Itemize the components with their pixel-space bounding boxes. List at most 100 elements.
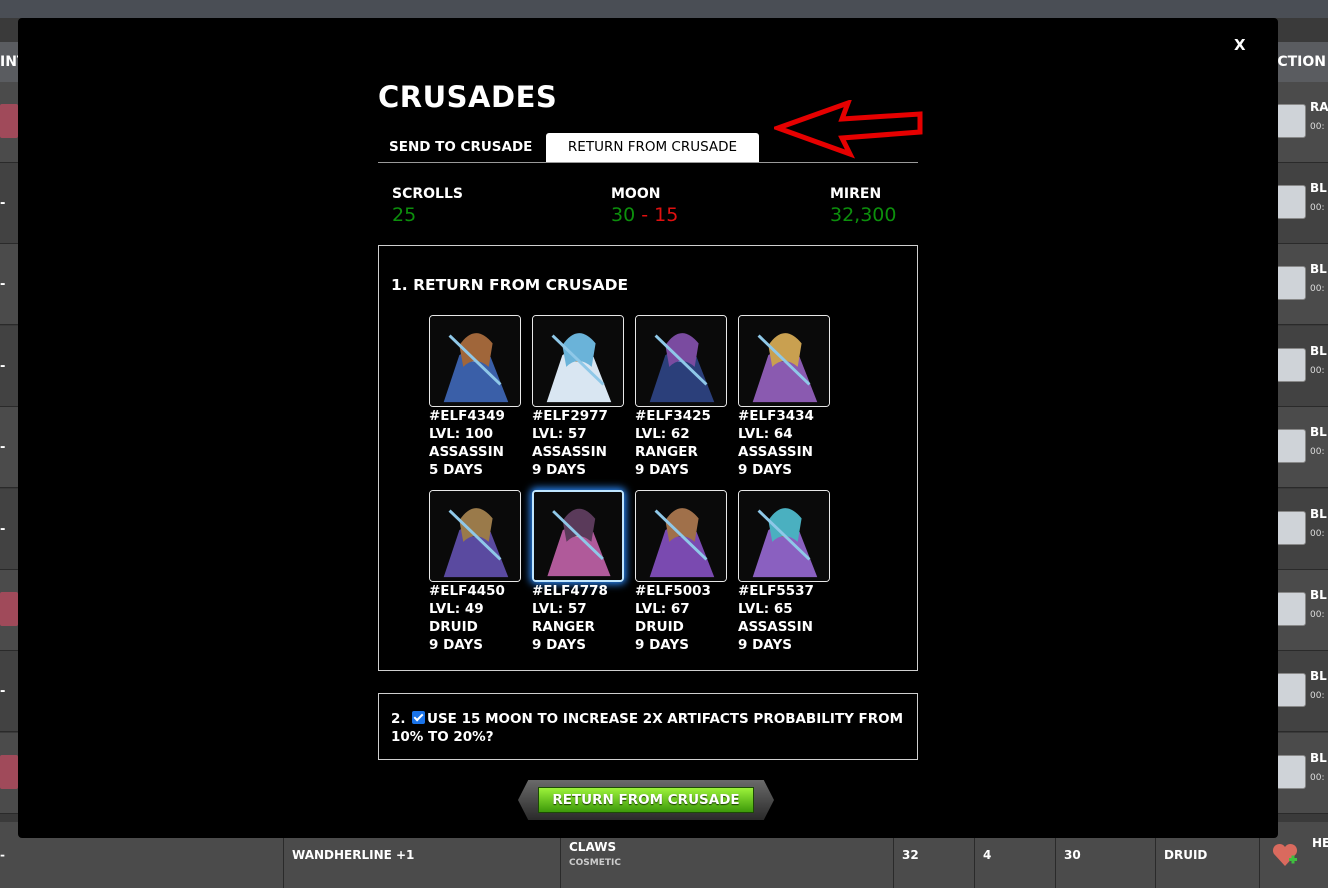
item-thumbnail[interactable] xyxy=(1276,755,1306,789)
close-button[interactable]: X xyxy=(1234,36,1246,54)
elf-id: #ELF4450 xyxy=(429,583,505,599)
row-name: BL xyxy=(1310,344,1327,358)
row-time: 00: xyxy=(1310,529,1325,539)
moon-stat: MOON 30 - 15 xyxy=(611,186,678,226)
moon-value-a: 30 xyxy=(611,204,636,226)
header-action-label: CTION xyxy=(1277,54,1326,70)
value-2: 4 xyxy=(983,848,992,862)
value-3: 30 xyxy=(1064,848,1081,862)
elf-card[interactable]: #ELF2977 LVL: 57 ASSASSIN 9 DAYS xyxy=(532,315,625,479)
row-dash: - xyxy=(0,277,6,292)
action-label: HE xyxy=(1312,836,1328,850)
elf-card[interactable]: #ELF4450 LVL: 49 DRUID 9 DAYS xyxy=(429,490,522,654)
moon-boost-section: USE 15 MOON TO INCREASE 2X ARTIFACTS PRO… xyxy=(378,693,918,760)
red-arrow-icon xyxy=(774,100,923,159)
row-time: 00: xyxy=(1310,773,1325,783)
heart-icon[interactable] xyxy=(1270,840,1300,870)
section-title: 1. RETURN FROM CRUSADE xyxy=(391,276,629,294)
moon-value-b: 15 xyxy=(654,204,679,226)
elf-id: #ELF3434 xyxy=(738,408,814,424)
elf-portrait[interactable] xyxy=(738,315,830,407)
elf-class: ASSASSIN xyxy=(532,444,607,460)
elf-card[interactable]: #ELF3434 LVL: 64 ASSASSIN 9 DAYS xyxy=(738,315,831,479)
elf-days: 9 DAYS xyxy=(635,637,689,653)
row-name: BL xyxy=(1310,751,1327,765)
moon-label: MOON xyxy=(611,186,661,202)
elf-id: #ELF5537 xyxy=(738,583,814,599)
elf-portrait-icon xyxy=(533,316,623,406)
row-dash: - xyxy=(0,522,6,537)
item-thumbnail[interactable] xyxy=(1276,266,1306,300)
moon-boost-checkbox[interactable] xyxy=(412,711,425,724)
row-time: 00: xyxy=(1310,203,1325,213)
elf-id: #ELF5003 xyxy=(635,583,711,599)
elf-card[interactable]: #ELF4778 LVL: 57 RANGER 9 DAYS xyxy=(532,490,625,654)
page-top-bar xyxy=(0,0,1328,18)
elf-class: ASSASSIN xyxy=(738,444,813,460)
miren-value: 32,300 xyxy=(830,204,897,226)
elf-days: 9 DAYS xyxy=(635,462,689,478)
return-section: 1. RETURN FROM CRUSADE #ELF4349 LVL: 100 A… xyxy=(378,245,918,671)
tab-send-to-crusade[interactable]: SEND TO CRUSADE xyxy=(378,133,546,162)
item-subtype: COSMETIC xyxy=(569,858,621,868)
elf-days: 9 DAYS xyxy=(532,637,586,653)
elf-class: ASSASSIN xyxy=(738,619,813,635)
scrolls-value: 25 xyxy=(392,204,417,226)
item-thumbnail[interactable] xyxy=(1276,104,1306,138)
elf-card[interactable]: #ELF5537 LVL: 65 ASSASSIN 9 DAYS xyxy=(738,490,831,654)
elf-portrait-icon xyxy=(636,316,726,406)
item-thumbnail[interactable] xyxy=(1276,673,1306,707)
elf-portrait-icon xyxy=(739,491,829,581)
elf-class: DRUID xyxy=(429,619,478,635)
row-name: BL xyxy=(1310,262,1327,276)
elf-portrait-icon xyxy=(430,491,520,581)
item-thumbnail xyxy=(0,104,18,138)
scrolls-stat: SCROLLS 25 xyxy=(392,186,463,226)
item-thumbnail[interactable] xyxy=(1276,592,1306,626)
item-name: WANDHERLINE +1 xyxy=(292,848,415,862)
elf-days: 9 DAYS xyxy=(738,462,792,478)
elf-portrait[interactable] xyxy=(429,490,521,582)
elf-level: LVL: 67 xyxy=(635,601,690,617)
item-thumbnail[interactable] xyxy=(1276,429,1306,463)
elf-portrait-icon xyxy=(430,316,520,406)
tab-return-from-crusade[interactable]: RETURN FROM CRUSADE xyxy=(546,133,759,162)
row-time: 00: xyxy=(1310,610,1325,620)
scrolls-label: SCROLLS xyxy=(392,186,463,202)
item-thumbnail xyxy=(0,592,18,626)
row-name: BL xyxy=(1310,507,1327,521)
elf-level: LVL: 57 xyxy=(532,426,587,442)
miren-label: MIREN xyxy=(830,186,882,202)
row-time: 00: xyxy=(1310,447,1325,457)
item-thumbnail[interactable] xyxy=(1276,348,1306,382)
row-name: BL xyxy=(1310,588,1327,602)
elf-days: 5 DAYS xyxy=(429,462,483,478)
return-from-crusade-button[interactable]: RETURN FROM CRUSADE xyxy=(518,778,774,822)
row-dash: - xyxy=(0,848,5,862)
elf-portrait[interactable] xyxy=(532,490,624,582)
elf-portrait[interactable] xyxy=(429,315,521,407)
elf-card[interactable]: #ELF5003 LVL: 67 DRUID 9 DAYS xyxy=(635,490,728,654)
row-time: 00: xyxy=(1310,122,1325,132)
value-1: 32 xyxy=(902,848,919,862)
elf-portrait[interactable] xyxy=(738,490,830,582)
elf-id: #ELF4778 xyxy=(532,583,608,599)
elf-level: LVL: 65 xyxy=(738,601,793,617)
elf-class: DRUID xyxy=(635,619,684,635)
item-thumbnail[interactable] xyxy=(1276,511,1306,545)
elf-level: LVL: 64 xyxy=(738,426,793,442)
row-dash: - xyxy=(0,196,6,211)
elf-portrait[interactable] xyxy=(635,315,727,407)
row-dash: - xyxy=(0,684,6,699)
elf-class: RANGER xyxy=(635,444,698,460)
item-thumbnail[interactable] xyxy=(1276,185,1306,219)
row-time: 00: xyxy=(1310,691,1325,701)
row-name: RA xyxy=(1310,100,1328,114)
elf-portrait[interactable] xyxy=(635,490,727,582)
elf-portrait[interactable] xyxy=(532,315,624,407)
crusades-modal: X CRUSADES SEND TO CRUSADE RETURN FROM C… xyxy=(18,18,1278,838)
elf-card[interactable]: #ELF4349 LVL: 100 ASSASSIN 5 DAYS xyxy=(429,315,522,479)
elf-card[interactable]: #ELF3425 LVL: 62 RANGER 9 DAYS xyxy=(635,315,728,479)
moon-separator: - xyxy=(635,204,655,226)
row-dash: - xyxy=(0,359,6,374)
